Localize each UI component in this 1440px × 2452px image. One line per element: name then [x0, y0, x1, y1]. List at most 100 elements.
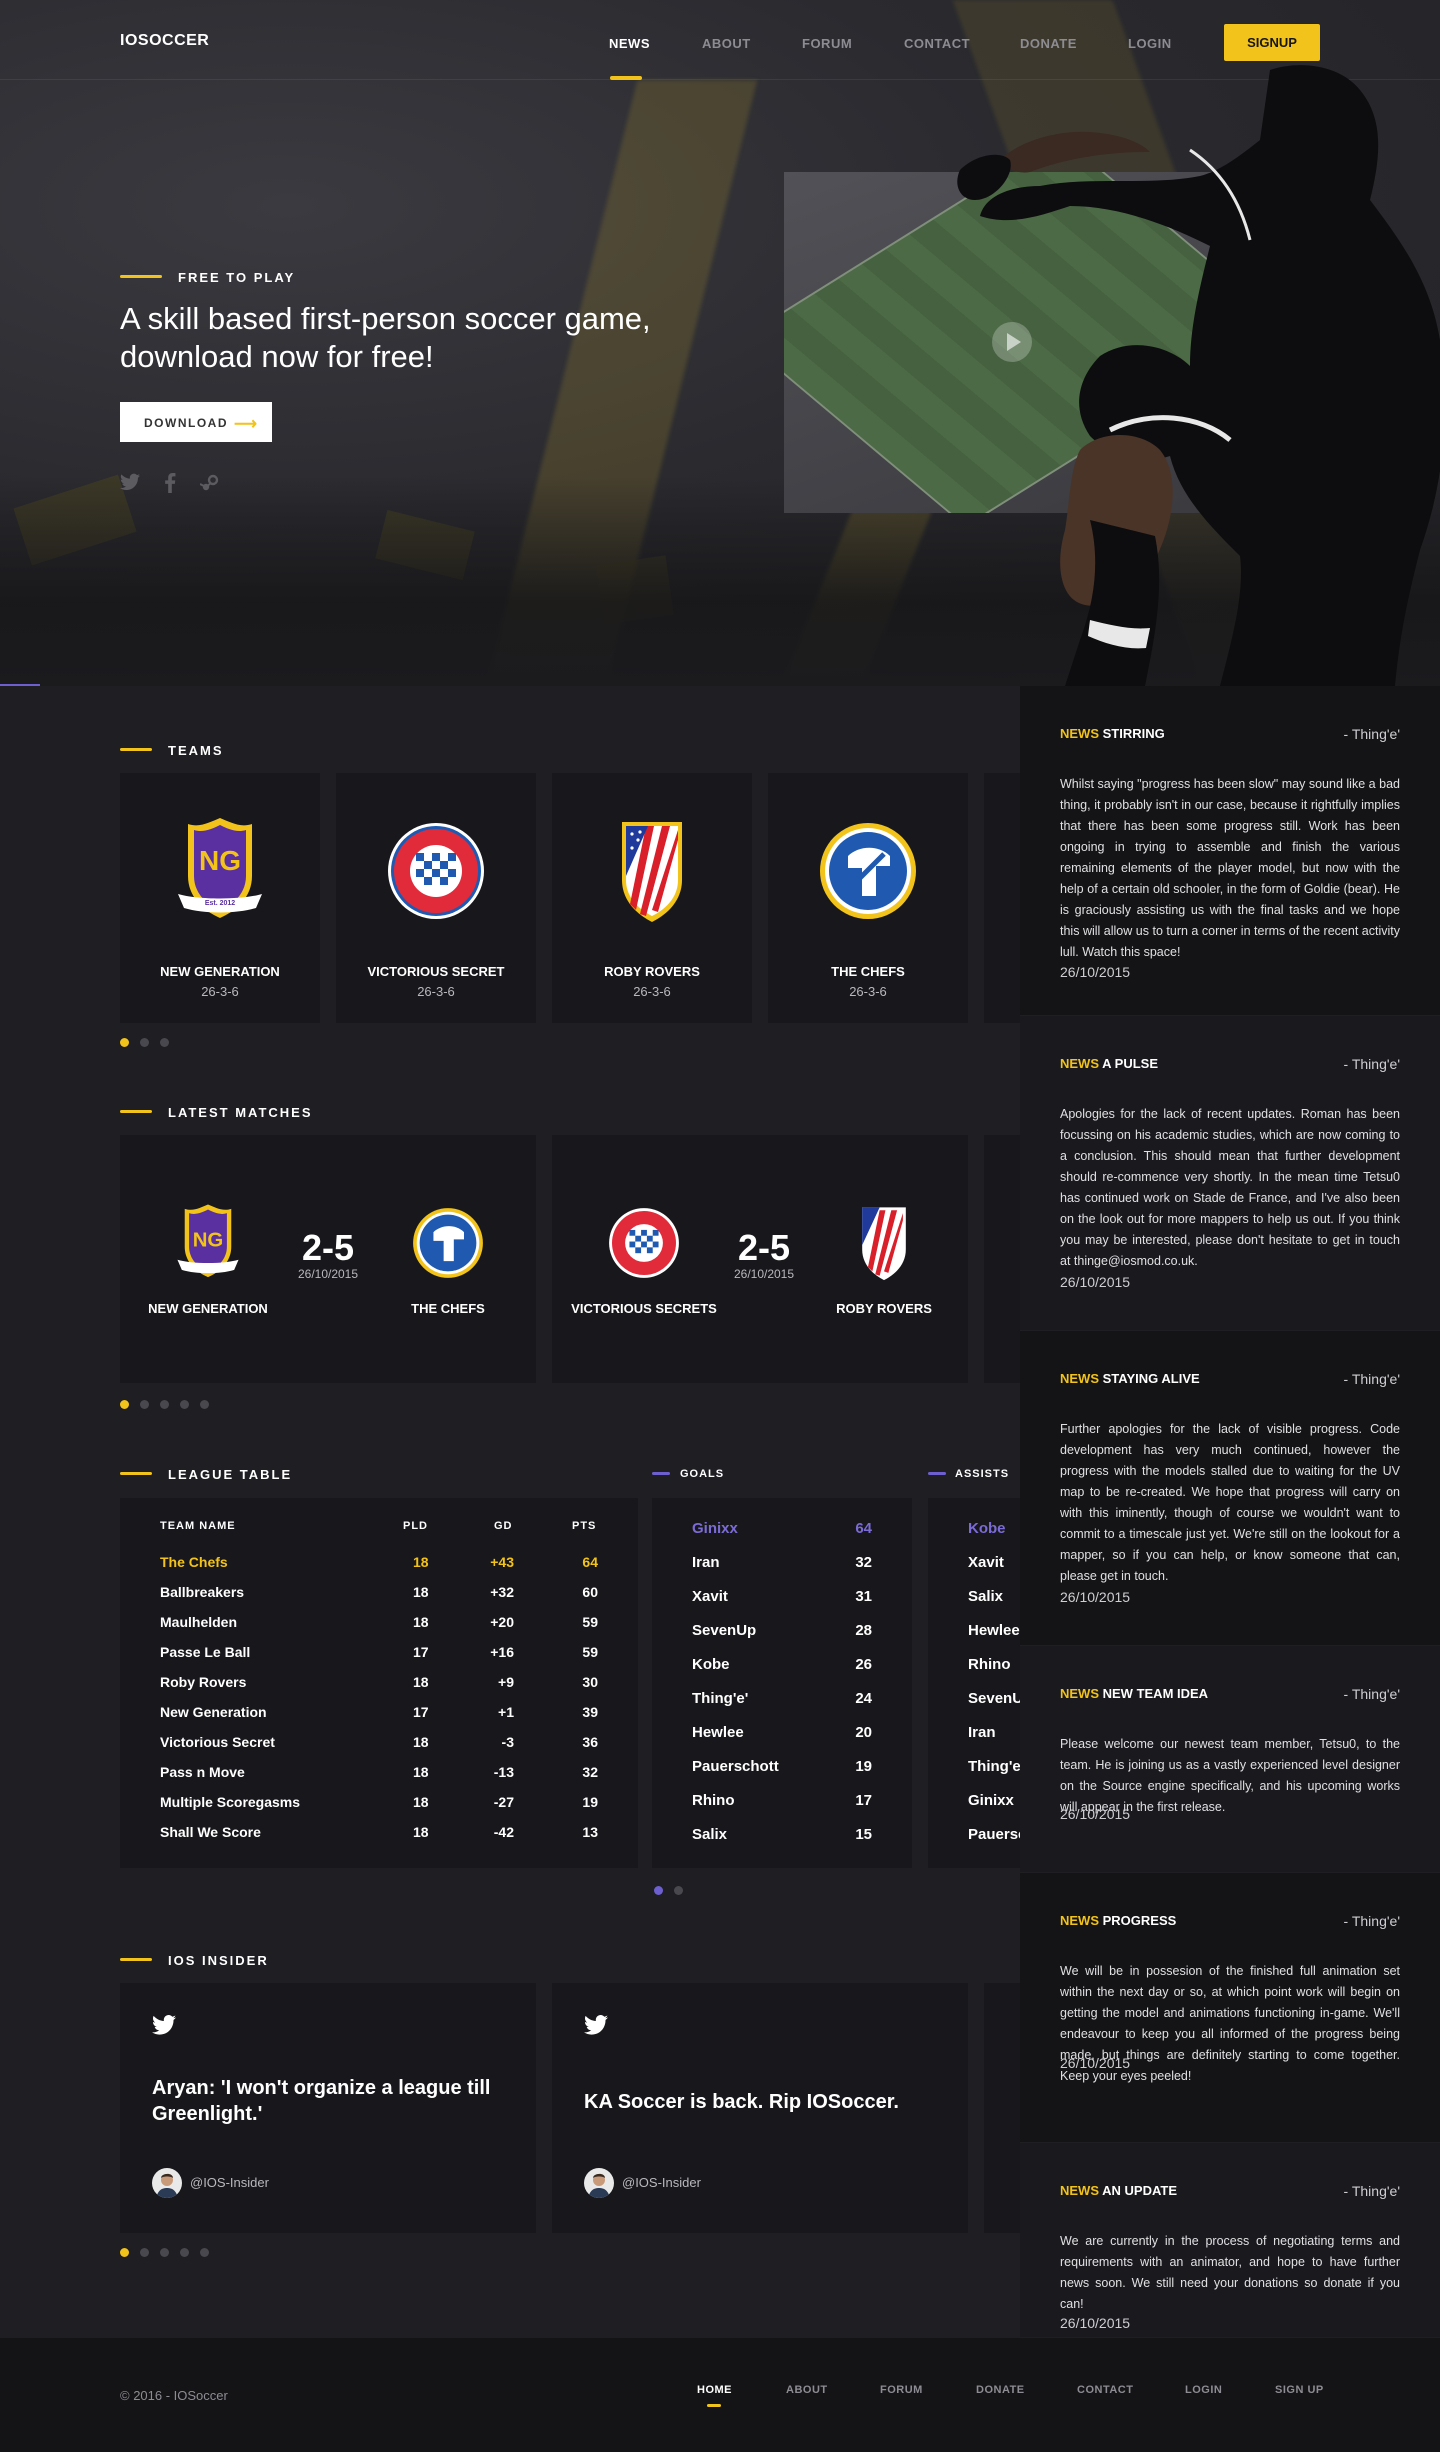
news-date: 26/10/2015 — [1060, 2315, 1131, 2331]
matches-page-dot[interactable] — [160, 1400, 169, 1409]
stat-row: Salix — [928, 1588, 1020, 1622]
footer-link-forum[interactable]: FORUM — [880, 2384, 923, 2396]
player-value: 26 — [855, 1656, 872, 1673]
player-name: Pauerschott — [968, 1826, 1020, 1843]
team-card[interactable]: NG Est. 2012 NEW GENERATION 26-3-6 — [120, 773, 320, 1023]
news-item[interactable]: NEWS STAYING ALIVE - Thing'e' Further apol… — [1020, 1331, 1440, 1646]
pld-cell: 17 — [413, 1704, 429, 1720]
insider-title: IOS INSIDER — [168, 1953, 269, 1968]
insider-page-dot[interactable] — [120, 2248, 129, 2257]
nav-contact[interactable]: CONTACT — [904, 36, 970, 51]
arrow-right-icon: ⟶ — [234, 416, 259, 433]
site-logo[interactable]: IOSOCCER — [120, 32, 209, 50]
stat-row: Hewlee 20 — [652, 1724, 912, 1758]
news-item[interactable]: NEWS PROGRESS - Thing'e' We will be in pos… — [1020, 1873, 1440, 2143]
assists-table: Kobe Xavit Salix Hewlee Rhino SevenUp Iran Thin… — [928, 1498, 1020, 1868]
gd-cell: -13 — [493, 1764, 514, 1780]
team-card[interactable]: VICTORIOUS SECRET 26-3-6 — [336, 773, 536, 1023]
teams-title: TEAMS — [168, 743, 224, 758]
news-tag: NEWS — [1060, 1056, 1099, 1071]
news-date: 26/10/2015 — [1060, 1274, 1131, 1290]
matches-page-dot[interactable] — [200, 1400, 209, 1409]
team-name-cell: Shall We Score — [160, 1824, 261, 1840]
footer-link-about[interactable]: ABOUT — [786, 2384, 828, 2396]
news-title[interactable]: NEWS PROGRESS — [1060, 1913, 1176, 1928]
news-title[interactable]: NEWS NEW TEAM IDEA — [1060, 1686, 1208, 1701]
team-card[interactable]: ROBY ROVERS 26-3-6 — [552, 773, 752, 1023]
download-button[interactable]: DOWNLOAD ⟶ — [120, 402, 272, 442]
stat-row: Ginixx 64 — [652, 1520, 912, 1554]
tweet-handle[interactable]: @IOS-Insider — [190, 2175, 269, 2190]
insider-page-dot[interactable] — [160, 2248, 169, 2257]
crest-initials: NG — [199, 845, 241, 876]
footer-link-contact[interactable]: CONTACT — [1077, 2384, 1133, 2396]
table-row: Shall We Score 18 -42 13 — [120, 1824, 638, 1854]
insider-page-dot[interactable] — [200, 2248, 209, 2257]
stat-row: Pauerschott — [928, 1826, 1020, 1860]
footer-link-donate[interactable]: DONATE — [976, 2384, 1025, 2396]
footer-link-home[interactable]: HOME — [697, 2384, 732, 2396]
nav-news[interactable]: NEWS — [609, 36, 650, 51]
gd-cell: +9 — [498, 1674, 514, 1690]
news-body: We are currently in the process of negot… — [1060, 2234, 1400, 2311]
pld-cell: 18 — [413, 1554, 429, 1570]
player-value: 20 — [855, 1724, 872, 1741]
teams-page-dot[interactable] — [160, 1038, 169, 1047]
bayern-crest-icon — [609, 1208, 679, 1278]
teams-page-dot[interactable] — [140, 1038, 149, 1047]
tweet-card-partial[interactable] — [984, 1983, 1020, 2233]
match-card-partial[interactable] — [984, 1135, 1020, 1383]
twitter-icon[interactable] — [120, 473, 140, 491]
news-author: - Thing'e' — [1343, 726, 1400, 742]
news-title[interactable]: NEWS STIRRING — [1060, 726, 1165, 741]
table-row: Victorious Secret 18 -3 36 — [120, 1734, 638, 1764]
stat-row: Rhino — [928, 1656, 1020, 1690]
news-body: Whilst saying "progress has been slow" m… — [1060, 777, 1400, 959]
twitter-icon — [584, 2015, 608, 2035]
tweet-card[interactable]: Aryan: 'I won't organize a league till G… — [120, 1983, 536, 2233]
matches-page-dot[interactable] — [180, 1400, 189, 1409]
team-card-partial[interactable] — [984, 773, 1020, 1023]
news-item[interactable]: NEWS A PULSE - Thing'e' Apologies for the … — [1020, 1016, 1440, 1331]
stats-page-dot[interactable] — [674, 1886, 683, 1895]
news-item[interactable]: NEWS NEW TEAM IDEA - Thing'e' Please welco… — [1020, 1646, 1440, 1873]
tweet-handle[interactable]: @IOS-Insider — [622, 2175, 701, 2190]
player-name: Iran — [692, 1554, 720, 1571]
nav-forum[interactable]: FORUM — [802, 36, 852, 51]
section-bar — [928, 1472, 946, 1475]
footer-link-signup[interactable]: SIGN UP — [1275, 2384, 1324, 2396]
news-item[interactable]: NEWS STIRRING - Thing'e' Whilst saying "pr… — [1020, 686, 1440, 1016]
player-name: Ginixx — [692, 1520, 738, 1537]
steam-icon[interactable] — [200, 473, 220, 493]
player-name: Pauerschott — [692, 1758, 779, 1775]
insider-page-dot[interactable] — [180, 2248, 189, 2257]
news-title-text: STIRRING — [1102, 726, 1165, 741]
stat-row: Xavit 31 — [652, 1588, 912, 1622]
nav-about[interactable]: ABOUT — [702, 36, 751, 51]
match-home-team: VICTORIOUS SECRETS — [571, 1301, 717, 1316]
matches-page-dot[interactable] — [140, 1400, 149, 1409]
insider-page-dot[interactable] — [140, 2248, 149, 2257]
news-title[interactable]: NEWS STAYING ALIVE — [1060, 1371, 1200, 1386]
news-item[interactable]: NEWS AN UPDATE - Thing'e' We are currently… — [1020, 2143, 1440, 2338]
team-card[interactable]: THE CHEFS 26-3-6 — [768, 773, 968, 1023]
team-name: VICTORIOUS SECRET — [367, 964, 505, 979]
match-card[interactable]: 2-5 26/10/2015 VICTORIOUS SECRETS ROBY R… — [552, 1135, 968, 1383]
footer-link-login[interactable]: LOGIN — [1185, 2384, 1222, 2396]
news-title[interactable]: NEWS A PULSE — [1060, 1056, 1158, 1071]
player-value: 31 — [855, 1588, 872, 1605]
tweet-card[interactable]: KA Soccer is back. Rip IOSoccer. @IOS-In… — [552, 1983, 968, 2233]
news-title[interactable]: NEWS AN UPDATE — [1060, 2183, 1177, 2198]
nav-login[interactable]: LOGIN — [1128, 36, 1172, 51]
team-name-cell: Victorious Secret — [160, 1734, 275, 1750]
stat-row: SevenUp 28 — [652, 1622, 912, 1656]
atletico-crest-icon — [862, 1207, 906, 1281]
match-card[interactable]: NG 2-5 26/10/2015 NEW GENERATION THE CHE… — [120, 1135, 536, 1383]
stats-page-dot[interactable] — [654, 1886, 663, 1895]
teams-page-dot[interactable] — [120, 1038, 129, 1047]
nav-donate[interactable]: DONATE — [1020, 36, 1077, 51]
matches-page-dot[interactable] — [120, 1400, 129, 1409]
player-name: Xavit — [968, 1554, 1004, 1571]
col-gd: GD — [494, 1520, 513, 1532]
facebook-icon[interactable] — [164, 473, 176, 493]
